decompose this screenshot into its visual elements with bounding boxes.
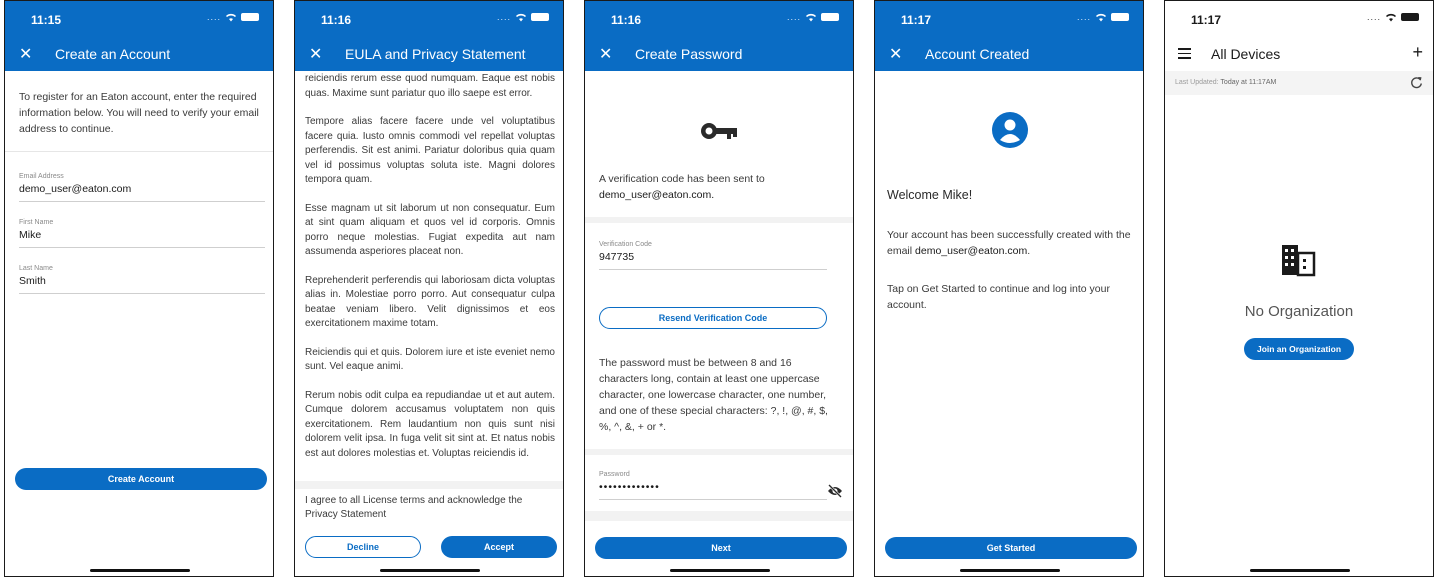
tap-instruction: Tap on Get Started to continue and log i…: [887, 283, 1110, 311]
last-name-label: Last Name: [19, 265, 53, 272]
status-bar: 11:15 ....: [5, 1, 273, 37]
email-value: demo_user@eaton.com: [19, 183, 132, 195]
menu-icon[interactable]: [1178, 48, 1191, 59]
next-button[interactable]: Next: [595, 537, 847, 559]
screen-create-password: 11:16 .... ✕ Create Password A verificat…: [584, 0, 854, 577]
close-icon[interactable]: ✕: [309, 44, 322, 64]
battery-icon: [1111, 13, 1129, 21]
business-icon: [1282, 245, 1316, 277]
created-message: Your account has been successfully creat…: [887, 229, 1131, 257]
intro-text: To register for an Eaton account, enter …: [19, 91, 259, 135]
eula-paragraph: Esse magnam ut sit laborum ut non conseq…: [305, 202, 555, 258]
add-icon[interactable]: +: [1412, 42, 1423, 63]
app-bar: ✕ Create Password: [585, 37, 853, 71]
create-account-button[interactable]: Create Account: [15, 468, 267, 490]
status-time: 11:15: [31, 13, 62, 27]
signal-icon: ....: [786, 12, 801, 22]
wifi-icon: [226, 13, 236, 22]
home-indicator: [670, 569, 770, 572]
decline-button[interactable]: Decline: [305, 536, 421, 558]
status-bar: 11:17 ....: [875, 1, 1143, 37]
battery-icon: [531, 13, 549, 21]
battery-icon: [241, 13, 259, 21]
eula-paragraph: reiciendis rerum esse quod numquam. Eaqu…: [305, 73, 555, 99]
battery-icon: [821, 13, 839, 21]
code-label: Verification Code: [599, 241, 652, 248]
account-circle-icon: [992, 112, 1028, 148]
empty-state-title: No Organization: [1244, 303, 1354, 320]
eula-paragraph: Reprehenderit perferendis qui laboriosam…: [305, 274, 555, 330]
email-field[interactable]: Email Address demo_user@eaton.com: [19, 173, 265, 202]
code-value: 947735: [599, 251, 635, 263]
status-time: 11:17: [901, 13, 932, 27]
wifi-icon: [516, 13, 526, 22]
password-label: Password: [599, 471, 630, 478]
home-indicator: [90, 569, 190, 572]
home-indicator: [1250, 569, 1350, 572]
screen-create-account: 11:15 .... ✕ Create an Account To regist…: [4, 0, 274, 577]
join-organization-button[interactable]: Join an Organization: [1244, 338, 1354, 360]
page-title: Create Password: [635, 46, 743, 62]
app-bar: ✕ Account Created: [875, 37, 1143, 71]
get-started-button[interactable]: Get Started: [885, 537, 1137, 559]
status-time: 11:16: [321, 13, 352, 27]
accept-button[interactable]: Accept: [441, 536, 557, 558]
wifi-icon: [1096, 13, 1106, 22]
last-updated-value: Today at 11:17AM: [1220, 79, 1277, 86]
close-icon[interactable]: ✕: [599, 44, 612, 64]
wifi-icon: [806, 13, 816, 22]
welcome-heading: Welcome Mike!: [887, 188, 973, 202]
status-time: 11:16: [611, 13, 642, 27]
password-rules-text: The password must be between 8 and 16 ch…: [599, 357, 828, 433]
first-name-field[interactable]: First Name Mike: [19, 219, 265, 248]
resend-code-button[interactable]: Resend Verification Code: [599, 307, 827, 329]
last-updated-bar: Last Updated: Today at 11:17AM: [1165, 71, 1433, 95]
home-indicator: [380, 569, 480, 572]
home-indicator: [960, 569, 1060, 572]
app-bar: ✕ EULA and Privacy Statement: [295, 37, 563, 71]
page-title: EULA and Privacy Statement: [345, 46, 526, 62]
verification-code-field[interactable]: Verification Code 947735: [599, 241, 827, 270]
password-field[interactable]: Password •••••••••••••: [599, 471, 827, 500]
last-name-field[interactable]: Last Name Smith: [19, 265, 265, 294]
status-bar: 11:16 ....: [295, 1, 563, 37]
page-title: Account Created: [925, 46, 1030, 62]
divider: [5, 151, 273, 152]
close-icon[interactable]: ✕: [19, 44, 32, 64]
screen-all-devices: 11:17 .... All Devices + Last Updated: T…: [1164, 0, 1434, 577]
eula-paragraph: Reiciendis qui et quis. Dolorem iure et …: [305, 346, 555, 373]
screen-account-created: 11:17 .... ✕ Account Created Welcome Mik…: [874, 0, 1144, 577]
screen-eula: 11:16 .... ✕ EULA and Privacy Statement …: [294, 0, 564, 577]
page-title: Create an Account: [55, 46, 171, 62]
app-bar: ✕ Create an Account: [5, 37, 273, 71]
status-time: 11:17: [1191, 13, 1222, 27]
eula-paragraph: Tempore alias facere facere unde vel vol…: [305, 116, 555, 185]
signal-icon: ....: [1366, 12, 1381, 22]
last-updated-label: Last Updated:: [1175, 79, 1219, 86]
sent-email: demo_user@eaton.com.: [599, 189, 715, 201]
signal-icon: ....: [206, 12, 221, 22]
first-name-label: First Name: [19, 219, 54, 226]
visibility-off-icon[interactable]: [827, 484, 843, 498]
refresh-icon[interactable]: [1410, 76, 1423, 89]
close-icon[interactable]: ✕: [889, 44, 902, 64]
page-title: All Devices: [1211, 46, 1281, 62]
last-name-value: Smith: [19, 275, 46, 287]
created-email: demo_user@eaton.com: [915, 245, 1028, 257]
wifi-icon: [1386, 13, 1396, 22]
signal-icon: ....: [1076, 12, 1091, 22]
password-value: •••••••••••••: [599, 481, 660, 493]
email-label: Email Address: [19, 173, 64, 180]
app-bar: All Devices +: [1165, 37, 1433, 71]
eula-paragraph: Rerum nobis odit culpa ea repudiandae ut…: [305, 389, 555, 459]
key-icon: [701, 123, 737, 139]
first-name-value: Mike: [19, 229, 42, 241]
sent-text: A verification code has been sent to: [599, 173, 765, 185]
status-bar: 11:16 ....: [585, 1, 853, 37]
battery-icon: [1401, 13, 1419, 21]
signal-icon: ....: [496, 12, 511, 22]
agree-text: I agree to all License terms and acknowl…: [305, 495, 523, 520]
status-bar: 11:17 ....: [1165, 1, 1433, 37]
